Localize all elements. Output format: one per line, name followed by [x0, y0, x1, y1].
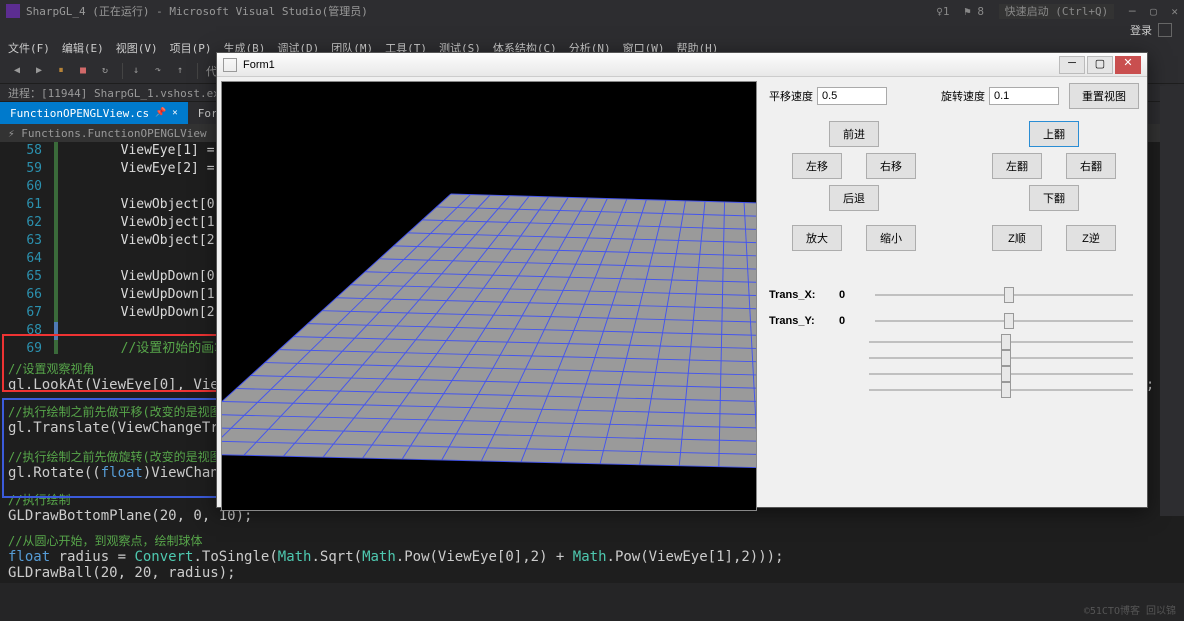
nav-fwd-icon[interactable]: ▶: [30, 62, 48, 80]
forward-button[interactable]: 前进: [829, 121, 879, 147]
tiltright-button[interactable]: 右翻: [1066, 153, 1116, 179]
pan-speed-label: 平移速度: [769, 88, 813, 104]
close-btn[interactable]: ✕: [1171, 5, 1178, 18]
slider-transy: Trans_Y: 0: [769, 315, 1139, 327]
transx-slider[interactable]: [875, 294, 1133, 296]
form-max-btn[interactable]: ▢: [1087, 56, 1113, 74]
menu-view[interactable]: 视图(V): [116, 40, 158, 56]
max-btn[interactable]: ▢: [1150, 5, 1157, 18]
context-label: ⚡ Functions.FunctionOPENGLView: [8, 127, 207, 140]
step-over-icon[interactable]: ↷: [149, 62, 167, 80]
form-title-text: Form1: [243, 59, 275, 71]
menu-edit[interactable]: 编辑(E): [62, 40, 104, 56]
transy-value: 0: [839, 315, 869, 327]
restart-icon[interactable]: ↻: [96, 62, 114, 80]
login-link[interactable]: 登录: [1130, 22, 1152, 38]
transy-slider[interactable]: [875, 320, 1133, 322]
right-panel-strip[interactable]: [1160, 86, 1184, 516]
menu-project[interactable]: 项目(P): [170, 40, 212, 56]
quick-launch[interactable]: 快速启动 (Ctrl+Q): [999, 4, 1115, 19]
code-line: GLDrawBall(20, 20, radius);: [8, 565, 1176, 581]
slider-3[interactable]: [769, 341, 1139, 343]
zccw-button[interactable]: Z逆: [1066, 225, 1116, 251]
rot-speed-input[interactable]: [989, 87, 1059, 105]
back-button[interactable]: 后退: [829, 185, 879, 211]
comment: //从圆心开始，到观察点，绘制球体: [8, 532, 1176, 549]
controls-panel: 平移速度 旋转速度 重置视图 前进 左移 右移 后退 放大: [761, 77, 1147, 507]
up-button[interactable]: 上翻: [1029, 121, 1079, 147]
slider-4[interactable]: [769, 357, 1139, 359]
process-label: 进程：[11944] SharpGL_1.vshost.exe: [8, 85, 226, 101]
left-button[interactable]: 左移: [792, 153, 842, 179]
opengl-viewport[interactable]: [221, 81, 757, 511]
down-button[interactable]: 下翻: [1029, 185, 1079, 211]
pan-speed-input[interactable]: [817, 87, 887, 105]
form-icon: [223, 58, 237, 72]
transx-label: Trans_X:: [769, 289, 839, 301]
tab-label: FunctionOPENGLView.cs: [10, 107, 149, 120]
notif-icon[interactable]: ♀1: [936, 5, 949, 18]
code-line: float radius = Convert.ToSingle(Math.Sqr…: [8, 549, 1176, 565]
slider-6[interactable]: [769, 389, 1139, 391]
transx-value: 0: [839, 289, 869, 301]
step-out-icon[interactable]: ↑: [171, 62, 189, 80]
pause-icon[interactable]: ⏸: [52, 62, 70, 80]
flag-icon[interactable]: ⚑ 8: [964, 5, 984, 18]
vs-icon: [6, 4, 20, 18]
form-close-btn[interactable]: ✕: [1115, 56, 1141, 74]
form-titlebar[interactable]: Form1 ─ ▢ ✕: [217, 53, 1147, 77]
nav-back-icon[interactable]: ◀: [8, 62, 26, 80]
zcw-button[interactable]: Z顺: [992, 225, 1042, 251]
min-btn[interactable]: ─: [1129, 5, 1136, 18]
code-block4[interactable]: //从圆心开始，到观察点，绘制球体 float radius = Convert…: [0, 526, 1184, 583]
step-into-icon[interactable]: ↓: [127, 62, 145, 80]
transy-label: Trans_Y:: [769, 315, 839, 327]
stop-icon[interactable]: ■: [74, 62, 92, 80]
titlebar-right: ♀1 ⚑ 8 快速启动 (Ctrl+Q) ─ ▢ ✕: [928, 3, 1178, 19]
reset-button[interactable]: 重置视图: [1069, 83, 1139, 109]
zoomout-button[interactable]: 缩小: [866, 225, 916, 251]
form1-window: Form1 ─ ▢ ✕ 平移速度 旋转速度 重置视图: [216, 52, 1148, 508]
zoomin-button[interactable]: 放大: [792, 225, 842, 251]
rot-speed-label: 旋转速度: [941, 88, 985, 104]
menu-file[interactable]: 文件(F): [8, 40, 50, 56]
titlebar: SharpGL_4 (正在运行) - Microsoft Visual Stud…: [0, 0, 1184, 22]
close-icon[interactable]: ✕: [172, 108, 177, 118]
watermark: ©51CTO博客 回以锦: [1084, 602, 1176, 617]
form-min-btn[interactable]: ─: [1059, 56, 1085, 74]
avatar-icon[interactable]: [1158, 23, 1172, 37]
slider-transx: Trans_X: 0: [769, 289, 1139, 301]
window-title: SharpGL_4 (正在运行) - Microsoft Visual Stud…: [26, 3, 368, 19]
right-button[interactable]: 右移: [866, 153, 916, 179]
tiltleft-button[interactable]: 左翻: [992, 153, 1042, 179]
login-row: 登录: [0, 22, 1184, 38]
tab-functionopengl[interactable]: FunctionOPENGLView.cs 📌 ✕: [0, 102, 188, 124]
slider-5[interactable]: [769, 373, 1139, 375]
pin-icon[interactable]: 📌: [155, 108, 166, 118]
